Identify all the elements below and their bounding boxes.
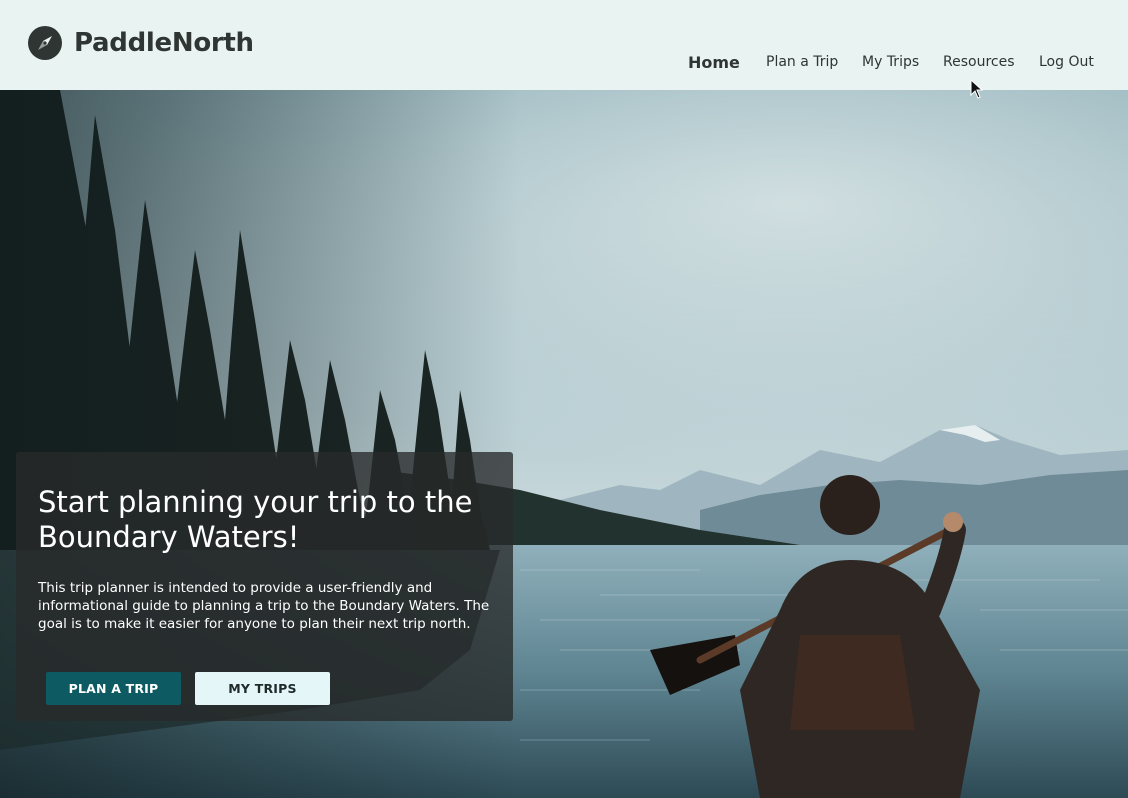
- nav-log-out[interactable]: Log Out: [1039, 49, 1094, 75]
- nav-plan-a-trip[interactable]: Plan a Trip: [766, 49, 838, 75]
- mouse-cursor-icon: [970, 79, 984, 99]
- site-header: PaddleNorth Home Plan a Trip My Trips Re…: [0, 0, 1128, 90]
- hero-section: Start planning your trip to the Boundary…: [0, 90, 1128, 798]
- hero-description: This trip planner is intended to provide…: [38, 580, 490, 632]
- my-trips-button[interactable]: MY TRIPS: [195, 672, 330, 705]
- hero-title: Start planning your trip to the Boundary…: [38, 485, 473, 554]
- nav-my-trips[interactable]: My Trips: [862, 49, 919, 75]
- main-nav: Home Plan a Trip My Trips Resources Log …: [0, 48, 1128, 78]
- plan-a-trip-button[interactable]: PLAN A TRIP: [46, 672, 181, 705]
- nav-home[interactable]: Home: [688, 48, 740, 78]
- intro-card: Start planning your trip to the Boundary…: [16, 452, 513, 721]
- nav-resources[interactable]: Resources: [943, 49, 1015, 75]
